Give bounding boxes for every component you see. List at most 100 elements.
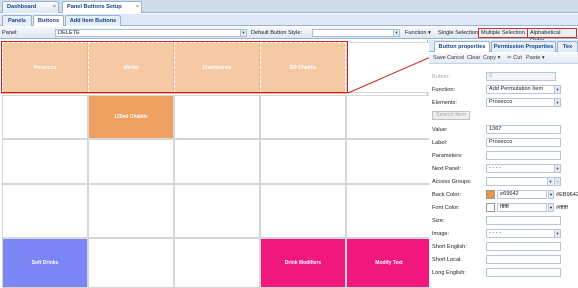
empty-button-slot[interactable]: [346, 42, 432, 93]
panel-button[interactable]: Merlot: [87, 41, 175, 94]
tab-dashboard[interactable]: Dashboard ×: [2, 1, 59, 13]
long-english-label: Long English:: [432, 270, 466, 276]
panel-button[interactable]: Soft Drinks: [2, 238, 88, 288]
font-color-field[interactable]: ffffff: [497, 203, 547, 212]
elements-select[interactable]: Prosecco ▼: [486, 98, 561, 107]
tab-panel-buttons-setup-label: Panel Buttons Setup: [67, 4, 122, 10]
panel-button[interactable]: 125ml Chablis: [88, 95, 174, 139]
back-color-field[interactable]: e69642: [497, 190, 547, 199]
panel-button[interactable]: BB Chablis: [259, 41, 347, 94]
value-field[interactable]: 1367: [486, 125, 561, 134]
empty-button-slot[interactable]: [174, 184, 260, 238]
default-button-style-select[interactable]: ▼: [312, 29, 400, 37]
search-item-button[interactable]: Search Item: [432, 111, 471, 120]
access-groups-label: Access Groups:: [432, 179, 472, 185]
button-label: Button:: [432, 74, 450, 80]
panel-button-label: 125ml Chablis: [114, 114, 148, 120]
panel-select[interactable]: DELETE ▼: [55, 29, 247, 37]
row-short-local: Short Local:: [432, 255, 578, 265]
empty-button-slot[interactable]: [174, 139, 260, 184]
empty-button-slot[interactable]: [2, 139, 88, 184]
tab-permission-properties[interactable]: Permission Properties: [491, 41, 556, 52]
row-access-groups: Access Groups: ▼ ×: [432, 177, 578, 187]
empty-button-slot[interactable]: [2, 184, 88, 238]
back-color-label: Back Color:: [432, 192, 461, 198]
clear-button[interactable]: Clear: [467, 55, 480, 62]
tab-buttons[interactable]: Buttons: [33, 15, 64, 26]
image-label: Image:: [432, 231, 450, 237]
chevron-down-icon[interactable]: ▼: [554, 165, 560, 172]
panel-button[interactable]: Chardonnay: [173, 41, 261, 94]
empty-button-slot[interactable]: [88, 238, 174, 288]
row-search-item: Search Item: [432, 111, 578, 121]
panel-button-label: Chardonnay: [202, 64, 232, 71]
close-icon[interactable]: ×: [53, 2, 56, 13]
next-panel-value: - - - -: [489, 165, 502, 171]
panel-button[interactable]: Drink Modifiers: [260, 238, 346, 288]
sub-tab-bar: Panels Buttons Add Item Buttons: [0, 14, 578, 26]
label-field[interactable]: Prosecco: [486, 138, 561, 147]
chevron-down-icon[interactable]: ▼: [547, 178, 553, 185]
row-font-color: Font Color: ffffff ▼ #ffffff: [432, 203, 578, 213]
single-selection-button[interactable]: Single Selection: [436, 28, 480, 38]
empty-button-slot[interactable]: [346, 95, 432, 139]
copy-button[interactable]: Copy ▾: [483, 55, 500, 62]
tab-button-properties[interactable]: Button properties: [434, 41, 490, 52]
tab-panels[interactable]: Panels: [2, 15, 32, 26]
size-label: Size:: [432, 218, 445, 224]
chevron-down-icon[interactable]: ▼: [548, 203, 554, 212]
chevron-down-icon[interactable]: ▼: [554, 99, 560, 106]
short-english-field[interactable]: [486, 242, 561, 251]
tab-add-item-buttons[interactable]: Add Item Buttons: [65, 15, 121, 26]
default-button-style-label: Default Button Style:: [251, 30, 302, 36]
chevron-down-icon[interactable]: ▼: [554, 86, 560, 93]
multiple-selection-button[interactable]: Multiple Selection: [478, 28, 528, 38]
close-icon[interactable]: ×: [136, 2, 139, 13]
panel-button-label: Drink Modifiers: [284, 260, 322, 266]
back-color-swatch[interactable]: [486, 190, 495, 199]
alphabetical-order-button[interactable]: Alphabetical Order: [527, 28, 577, 44]
long-english-field[interactable]: [486, 268, 561, 277]
back-color-hex: #EB9642: [556, 192, 578, 198]
empty-button-slot[interactable]: [174, 238, 260, 288]
empty-button-slot[interactable]: [174, 95, 260, 139]
row-button: Button: 0: [432, 72, 578, 82]
cancel-button[interactable]: Cancel: [447, 55, 464, 62]
parameters-field[interactable]: [486, 151, 561, 160]
function-select[interactable]: Add Permutation Item ▼: [486, 85, 561, 94]
empty-button-slot[interactable]: [260, 139, 346, 184]
cut-button[interactable]: ✂ Cut: [507, 55, 522, 62]
empty-button-slot[interactable]: [88, 184, 174, 238]
panel-toolbar: Panel: DELETE ▼ Default Button Style: ▼ …: [0, 27, 578, 44]
empty-button-slot[interactable]: [346, 139, 432, 184]
tab-text[interactable]: Tex: [557, 41, 578, 52]
next-panel-select[interactable]: - - - - ▼: [486, 164, 561, 173]
image-select[interactable]: - - - - ▼: [486, 229, 561, 238]
panel-button[interactable]: Prosecco: [1, 41, 89, 94]
empty-button-slot[interactable]: [346, 184, 432, 238]
tab-panel-buttons-setup[interactable]: Panel Buttons Setup ×: [62, 1, 142, 13]
row-long-english: Long English:: [432, 268, 578, 278]
panel-button[interactable]: Modify Text: [346, 238, 432, 288]
access-groups-select[interactable]: ▼ ×: [486, 177, 561, 186]
properties-toolbar: Save Cancel Clear Copy ▾ ✂ Cut Paste ▾: [429, 53, 578, 64]
short-local-field[interactable]: [486, 255, 561, 264]
panel-button-label: Merlot: [123, 64, 139, 71]
empty-button-slot[interactable]: [260, 184, 346, 238]
font-color-swatch[interactable]: [486, 203, 495, 212]
chevron-down-icon[interactable]: ▼: [554, 230, 560, 237]
scissors-icon: ✂: [507, 55, 512, 61]
function-button[interactable]: Function ▾: [403, 28, 433, 38]
chevron-down-icon[interactable]: ▼: [240, 30, 246, 36]
clear-icon[interactable]: ×: [554, 178, 560, 185]
save-button[interactable]: Save: [433, 55, 446, 62]
empty-button-slot[interactable]: [260, 95, 346, 139]
elements-value: Prosecco: [489, 99, 513, 105]
chevron-down-icon[interactable]: ▼: [393, 30, 399, 36]
paste-button[interactable]: Paste ▾: [526, 55, 545, 62]
empty-button-slot[interactable]: [88, 139, 174, 184]
chevron-down-icon[interactable]: ▼: [548, 190, 554, 199]
panel-label: Panel:: [2, 30, 18, 36]
empty-button-slot[interactable]: [2, 95, 88, 139]
size-field[interactable]: [486, 216, 561, 225]
